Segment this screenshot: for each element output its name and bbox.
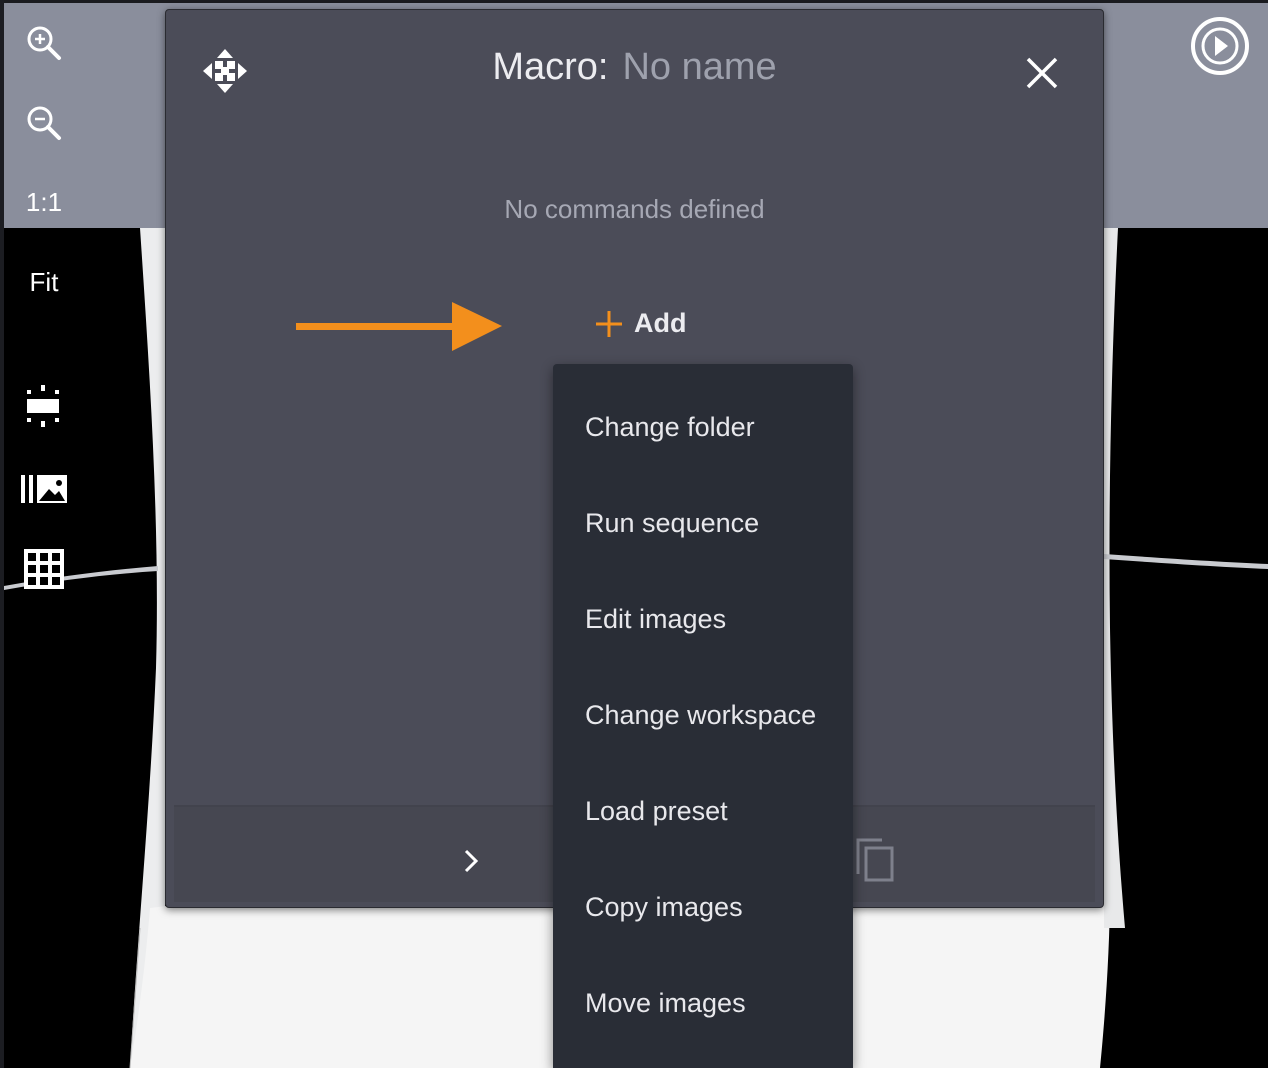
menu-item-load-preset[interactable]: Load preset: [553, 781, 853, 841]
macro-name-field[interactable]: No name: [622, 46, 776, 88]
copy-button[interactable]: [854, 836, 898, 889]
menu-item-change-folder[interactable]: Change folder: [553, 397, 853, 457]
zoom-out-button[interactable]: [4, 100, 84, 146]
filmstrip-icon: [21, 475, 67, 503]
filmstrip-button[interactable]: [4, 466, 84, 512]
close-button[interactable]: [1024, 55, 1060, 91]
zoom-in-icon: [27, 26, 61, 60]
split-view-button[interactable]: [4, 384, 84, 430]
fit-button[interactable]: Fit: [4, 262, 84, 302]
menu-item-move-images[interactable]: Move images: [553, 973, 853, 1033]
play-icon: [1191, 17, 1249, 75]
actual-size-button[interactable]: 1:1: [4, 182, 84, 222]
arrow-annotation: [296, 302, 502, 351]
grid-icon: [24, 549, 64, 589]
dialog-title: Macro: No name: [166, 46, 1103, 89]
close-icon: [1026, 57, 1058, 89]
add-command-button[interactable]: Add: [594, 308, 686, 339]
zoom-out-icon: [27, 106, 61, 140]
window-edge: [0, 0, 4, 1068]
plus-icon: [596, 310, 622, 337]
copy-icon: [856, 838, 894, 882]
chevron-right-icon: [464, 849, 479, 873]
menu-item-run-sequence[interactable]: Run sequence: [553, 493, 853, 553]
add-command-menu: Change folder Run sequence Edit images C…: [553, 364, 853, 1068]
menu-item-edit-images[interactable]: Edit images: [553, 589, 853, 649]
add-label: Add: [634, 308, 687, 338]
empty-commands-message: No commands defined: [504, 194, 765, 224]
split-view-icon: [27, 385, 59, 427]
zoom-in-button[interactable]: [4, 20, 84, 66]
menu-item-copy-images[interactable]: Copy images: [553, 877, 853, 937]
menu-item-change-workspace[interactable]: Change workspace: [553, 685, 853, 745]
expand-button[interactable]: [462, 848, 482, 879]
grid-view-button[interactable]: [4, 546, 84, 592]
title-label: Macro:: [492, 46, 609, 88]
play-button[interactable]: [1190, 16, 1250, 81]
